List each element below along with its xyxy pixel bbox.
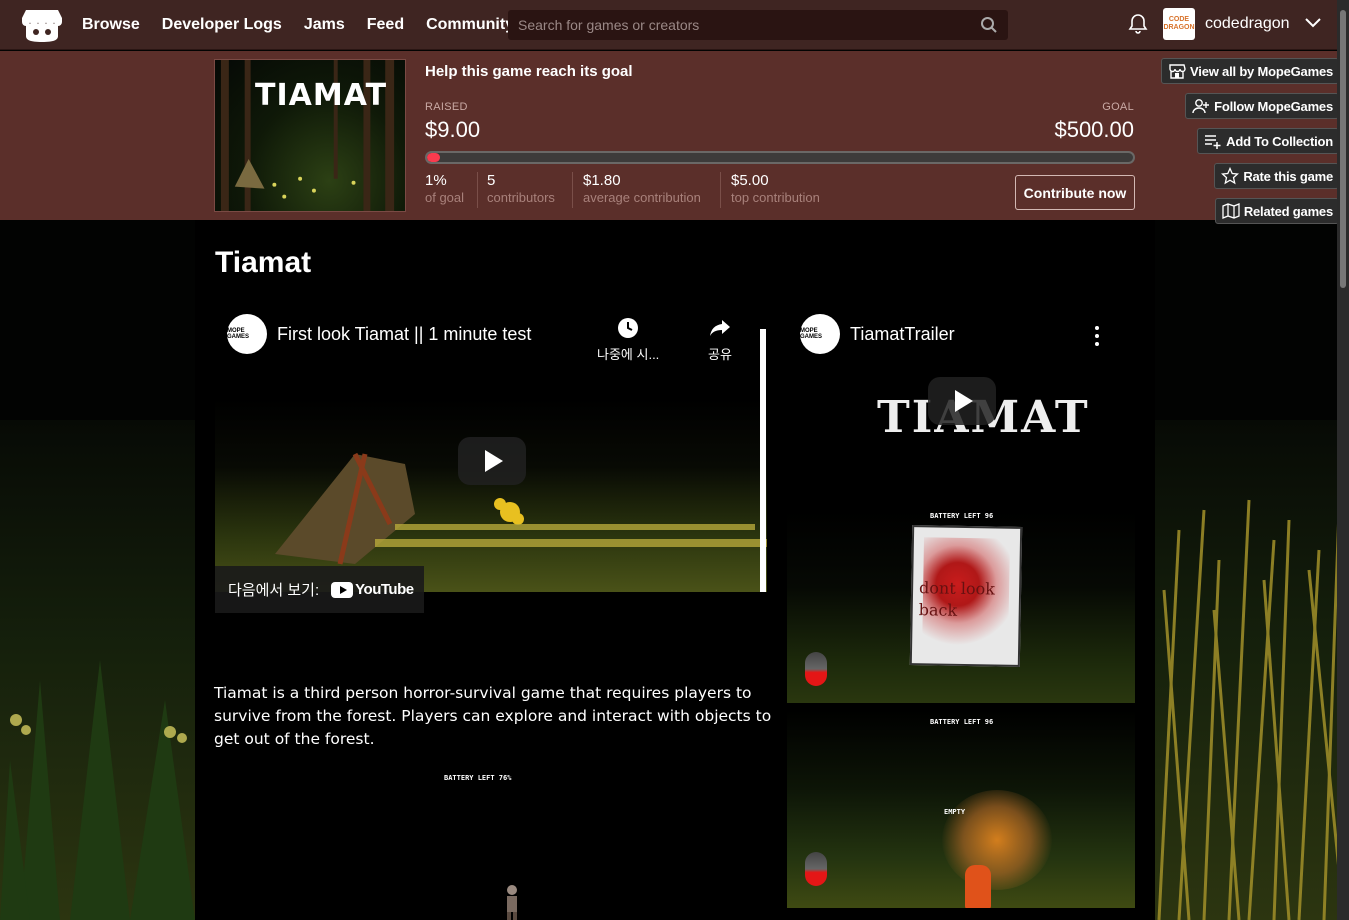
- avatar[interactable]: CODE DRAGON: [1163, 8, 1195, 40]
- add-to-collection-label: Add To Collection: [1226, 133, 1333, 149]
- raised-label: RAISED: [425, 101, 468, 113]
- contribute-button[interactable]: Contribute now: [1015, 175, 1135, 210]
- share-button[interactable]: 공유: [708, 316, 732, 363]
- stat-divider: [572, 172, 573, 208]
- screenshot-creature[interactable]: BATTERY LEFT 96 EMPTY: [787, 710, 1135, 908]
- youtube-play-icon: [331, 581, 354, 598]
- raised-value: $9.00: [425, 117, 481, 142]
- store-icon: [1169, 64, 1186, 79]
- youtube-wordmark: YouTube: [355, 581, 414, 598]
- battery-text: BATTERY LEFT 76%: [444, 774, 512, 782]
- funding-progress-fill: [427, 153, 440, 162]
- watch-later-label: 나중에 시...: [597, 347, 660, 362]
- battery-text: BATTERY LEFT 96: [930, 718, 994, 726]
- stat-value: 5: [487, 172, 496, 189]
- notification-bell-icon[interactable]: [1128, 13, 1148, 35]
- add-to-collection-button[interactable]: Add To Collection: [1197, 128, 1339, 154]
- stat-percent: 1% of goal: [425, 172, 464, 205]
- game-title: Tiamat: [215, 246, 312, 279]
- background-fern: [0, 660, 195, 920]
- view-all-button[interactable]: View all by MopeGames: [1161, 58, 1339, 84]
- itch-logo-icon[interactable]: [22, 8, 62, 42]
- star-icon: [1221, 167, 1240, 185]
- screenshot-main[interactable]: BATTERY LEFT 76%: [215, 768, 767, 920]
- related-games-button[interactable]: Related games: [1214, 198, 1339, 224]
- game-cover-image[interactable]: TIAMAT: [214, 59, 406, 212]
- video-title[interactable]: TiamatTrailer: [850, 324, 955, 345]
- creature-figure: [965, 865, 991, 908]
- search-icon[interactable]: [980, 16, 998, 34]
- stat-label: contributors: [487, 190, 555, 205]
- channel-avatar[interactable]: MOPE GAMES: [800, 314, 840, 354]
- username[interactable]: codedragon: [1205, 15, 1290, 33]
- view-all-label: View all by MopeGames: [1190, 63, 1333, 79]
- nav-jams[interactable]: Jams: [304, 16, 345, 34]
- funding-progress-bar: [425, 151, 1135, 164]
- stat-label: of goal: [425, 190, 465, 205]
- related-games-label: Related games: [1243, 203, 1333, 219]
- empty-indicator: EMPTY: [944, 808, 966, 816]
- play-icon: [955, 390, 973, 412]
- watch-on-label: 다음에서 보기:: [228, 582, 320, 599]
- stat-value: $5.00: [731, 172, 769, 189]
- screenshot-sign[interactable]: BATTERY LEFT 96 dont look back: [787, 510, 1135, 703]
- watch-on-youtube-button[interactable]: 다음에서 보기: YouTube: [215, 566, 424, 613]
- share-icon: [710, 320, 730, 336]
- stat-average: $1.80 average contribution: [583, 172, 701, 205]
- watch-later-button[interactable]: 나중에 시...: [597, 316, 659, 363]
- rate-game-button[interactable]: Rate this game: [1214, 163, 1339, 189]
- page-scrollbar[interactable]: [1337, 0, 1349, 920]
- bloody-note: dont look back: [909, 525, 1023, 667]
- play-icon: [485, 450, 503, 472]
- stat-value: 1%: [425, 172, 447, 189]
- scrollbar-thumb[interactable]: [1340, 10, 1346, 288]
- nav-links: Browse Developer Logs Jams Feed Communit…: [82, 16, 514, 34]
- channel-avatar[interactable]: MOPE GAMES: [227, 314, 267, 354]
- rate-game-label: Rate this game: [1243, 168, 1333, 184]
- heart-health-icon: [805, 852, 827, 886]
- add-list-icon: [1205, 135, 1221, 149]
- goal-value: $500.00: [1054, 117, 1134, 142]
- stat-divider: [720, 172, 721, 208]
- stat-contributors: 5 contributors: [487, 172, 555, 205]
- screenshot-character: [507, 885, 517, 920]
- clock-icon: [618, 318, 639, 338]
- stat-label: top contribution: [731, 190, 820, 205]
- game-description: Tiamat is a third person horror-survival…: [214, 684, 772, 748]
- chevron-down-icon[interactable]: [1305, 17, 1321, 29]
- follow-button[interactable]: Follow MopeGames: [1185, 93, 1339, 119]
- nav-developer-logs[interactable]: Developer Logs: [162, 16, 282, 34]
- follow-user-icon: [1192, 99, 1210, 114]
- game-page-content: Tiamat MOPE GAMES First look Tiamat || 1…: [195, 220, 1155, 920]
- background-grass: [1157, 499, 1346, 920]
- battery-text: BATTERY LEFT 96: [930, 512, 994, 520]
- stat-top: $5.00 top contribution: [731, 172, 820, 205]
- video-embed-first-look[interactable]: MOPE GAMES First look Tiamat || 1 minute…: [215, 314, 767, 592]
- stat-divider: [477, 172, 478, 208]
- smoke-cloud: [942, 790, 1052, 890]
- stat-value: $1.80: [583, 172, 621, 189]
- nav-community[interactable]: Community: [426, 16, 514, 34]
- search-input[interactable]: [518, 17, 980, 33]
- search-bar: [508, 10, 1008, 40]
- stat-label: average contribution: [583, 190, 701, 205]
- heart-health-icon: [805, 652, 827, 686]
- more-options-icon[interactable]: [1095, 326, 1101, 346]
- follow-label: Follow MopeGames: [1214, 98, 1333, 114]
- video-scrollbar[interactable]: [760, 329, 766, 592]
- cover-title: TIAMAT: [255, 78, 388, 113]
- note-text: dont look back: [918, 578, 996, 620]
- side-action-buttons: View all by MopeGames Follow MopeGames A…: [1161, 58, 1339, 224]
- share-label: 공유: [708, 347, 732, 362]
- play-button[interactable]: [458, 437, 526, 485]
- goal-label: GOAL: [1102, 101, 1134, 113]
- top-nav: Browse Developer Logs Jams Feed Communit…: [0, 0, 1349, 50]
- nav-browse[interactable]: Browse: [82, 16, 140, 34]
- video-title[interactable]: First look Tiamat || 1 minute test: [277, 324, 531, 345]
- fundraiser-title: Help this game reach its goal: [425, 63, 633, 80]
- map-icon: [1222, 203, 1240, 219]
- youtube-logo: YouTube: [331, 581, 414, 598]
- play-button[interactable]: [928, 377, 996, 425]
- nav-feed[interactable]: Feed: [367, 16, 404, 34]
